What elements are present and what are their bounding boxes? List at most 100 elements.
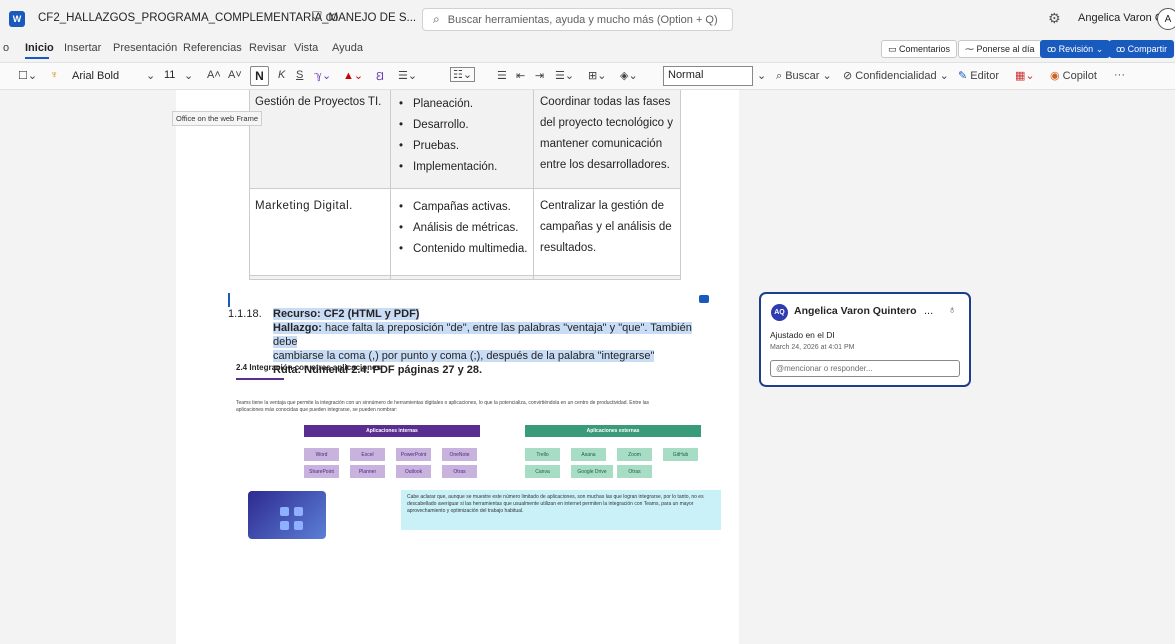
italic-button[interactable]: K [278, 69, 285, 81]
font-family-select[interactable]: Arial Bold [67, 67, 157, 86]
table-cell-area[interactable]: Marketing Digital. [255, 196, 353, 217]
comment-author: Angelica Varon Quintero [794, 305, 917, 317]
comment-date: March 24, 2026 at 4:01 PM [770, 344, 855, 351]
app-tile-icon [280, 521, 289, 530]
app-chip: Canva [525, 465, 560, 478]
list-item: Implementación. [399, 157, 497, 178]
title-bar: W CF2_HALLAZGOS_PROGRAMA_COMPLEMENTARIA_… [0, 0, 1175, 38]
tab-referencias[interactable]: Referencias [183, 42, 242, 54]
table-cell-activities[interactable]: Planeación. Desarrollo. Pruebas. Impleme… [399, 94, 497, 178]
embed-paragraph: Teams tiene la ventaja que permite la in… [236, 400, 650, 413]
comments-button[interactable]: ▭ Comentarios [881, 40, 958, 58]
table-cell-area[interactable]: Gestión de Proyectos TI. [255, 92, 381, 113]
comment-card[interactable]: AQ Angelica Varon Quintero ... ♁ Ajustad… [759, 292, 971, 387]
underline-button[interactable]: S [296, 69, 303, 81]
reply-input[interactable]: @mencionar o responder... [770, 360, 960, 377]
settings-gear-icon[interactable]: ⚙ [1048, 10, 1061, 27]
catch-up-button[interactable]: ⁓ Ponerse al día [958, 40, 1042, 58]
like-icon[interactable]: ♁ [948, 304, 956, 316]
copilot-button[interactable]: ◉ Copilot [1050, 69, 1097, 82]
active-tab-indicator [25, 57, 49, 59]
clear-format-icon[interactable]: Ꞛ [376, 69, 384, 84]
shrink-font-icon[interactable]: A˅ [228, 69, 242, 81]
app-chip: Google Drive [571, 465, 613, 478]
app-chip: OneNote [442, 448, 477, 461]
tab-insertar[interactable]: Insertar [64, 42, 101, 54]
paste-icon[interactable]: ☐⌄ [18, 69, 37, 82]
text-line: del proyecto tecnológico y [540, 117, 673, 129]
resource-line: Recurso: CF2 (HTML y PDF) [273, 308, 420, 320]
app-chip: Outlook [396, 465, 431, 478]
grow-font-icon[interactable]: A˄ [207, 69, 221, 81]
font-color-icon[interactable]: ▲⌄ [343, 69, 363, 82]
table-border [680, 90, 681, 280]
review-button[interactable]: ꝏ Revisión ⌄ [1040, 40, 1111, 58]
comment-icon: ▭ [888, 43, 900, 54]
review-icon: ꝏ [1047, 43, 1059, 54]
shield-icon[interactable]: ⛉ [312, 9, 322, 24]
size-chevron-icon[interactable]: ⌄ [184, 69, 193, 82]
text-cursor [228, 293, 230, 307]
user-avatar[interactable]: A [1157, 8, 1175, 30]
multilevel-icon[interactable]: ☰ [497, 69, 507, 82]
app-tile-icon [294, 521, 303, 530]
search-box[interactable]: ⌕ Buscar herramientas, ayuda y mucho más… [422, 8, 733, 31]
document-page[interactable]: Gestión de Proyectos TI. Planeación. Des… [176, 90, 739, 644]
comment-marker-icon[interactable] [699, 295, 709, 303]
confidentiality-button[interactable]: ⊘ Confidencialidad ⌄ [843, 69, 949, 82]
align-icon[interactable]: ☰⌄ [555, 69, 574, 82]
document-title[interactable]: CF2_HALLAZGOS_PROGRAMA_COMPLEMENTARIA_MA… [38, 12, 416, 24]
font-chevron-icon[interactable]: ⌄ [146, 69, 155, 82]
format-painter-icon[interactable]: ♆ [50, 69, 58, 81]
share-icon: ꝏ [1116, 43, 1128, 54]
teams-phone-image [248, 491, 326, 539]
tab-revisar[interactable]: Revisar [249, 42, 286, 54]
bullets-icon[interactable]: ☰⌄ [398, 69, 417, 82]
highlight-icon[interactable]: ℽ⌄ [314, 69, 331, 82]
finding-text-2: cambiarse la coma (,) por punto y coma (… [273, 350, 655, 362]
shading-icon[interactable]: ◈⌄ [620, 69, 638, 82]
embed-note-box: Cabe aclarar que, aunque se muestre este… [401, 490, 721, 530]
app-chip: Excel [350, 448, 385, 461]
editor-button[interactable]: ✎ Editor [958, 69, 999, 82]
comment-avatar: AQ [771, 304, 788, 321]
decrease-indent-icon[interactable]: ⇤ [516, 69, 525, 82]
font-size-select[interactable]: 11 [162, 67, 177, 83]
share-people-icon[interactable]: ꝏ [325, 9, 338, 24]
list-item: Desarrollo. [399, 115, 497, 136]
tab-ayuda[interactable]: Ayuda [332, 42, 363, 54]
more-options-icon[interactable]: ··· [1114, 69, 1125, 81]
tab-presentacion[interactable]: Presentación [113, 42, 177, 54]
word-app-icon[interactable]: W [9, 11, 25, 27]
search-icon: ⌕ [776, 70, 786, 82]
search-placeholder: Buscar herramientas, ayuda y mucho más (… [447, 13, 718, 26]
borders-icon[interactable]: ⊞⌄ [588, 69, 606, 82]
embedded-pdf-image[interactable]: 2.4 Integración con otras aplicaciones T… [226, 363, 721, 553]
add-ins-icon[interactable]: ▦⌄ [1015, 69, 1035, 82]
numbering-icon[interactable]: ☷⌄ [450, 67, 476, 82]
style-chevron-icon[interactable]: ⌄ [757, 69, 766, 82]
app-chip: Zoom [617, 448, 652, 461]
tab-cut-off[interactable]: o [3, 42, 9, 54]
bold-button[interactable]: N [250, 66, 269, 86]
app-tile-icon [280, 507, 289, 516]
list-item: Pruebas. [399, 136, 497, 157]
table-cell-description[interactable]: Coordinar todas las fases del proyecto t… [540, 92, 673, 176]
chevron-down-icon: ⌄ [1093, 43, 1104, 54]
tab-vista[interactable]: Vista [294, 42, 318, 54]
table-cell-activities[interactable]: Campañas activas. Análisis de métricas. … [399, 197, 527, 260]
table-cell-description[interactable]: Centralizar la gestión de campañas y el … [540, 196, 672, 259]
label-icon: ⊘ [843, 70, 856, 82]
editor-pen-icon: ✎ [958, 70, 971, 82]
share-button[interactable]: ꝏ Compartir [1109, 40, 1175, 58]
ribbon-tabs: o Inicio Insertar Presentación Referenci… [0, 38, 1175, 60]
comment-more-icon[interactable]: ... [924, 305, 933, 317]
copilot-icon: ◉ [1050, 70, 1063, 82]
external-apps-header: Aplicaciones externas [525, 425, 701, 437]
style-select[interactable]: Normal [663, 66, 753, 86]
find-button[interactable]: ⌕ Buscar ⌄ [776, 69, 832, 83]
tab-inicio[interactable]: Inicio [25, 42, 54, 54]
title-status-icons[interactable]: ⛉ ꝏ [312, 9, 339, 25]
increase-indent-icon[interactable]: ⇥ [535, 69, 544, 82]
text-line: Coordinar todas las fases [540, 96, 671, 108]
